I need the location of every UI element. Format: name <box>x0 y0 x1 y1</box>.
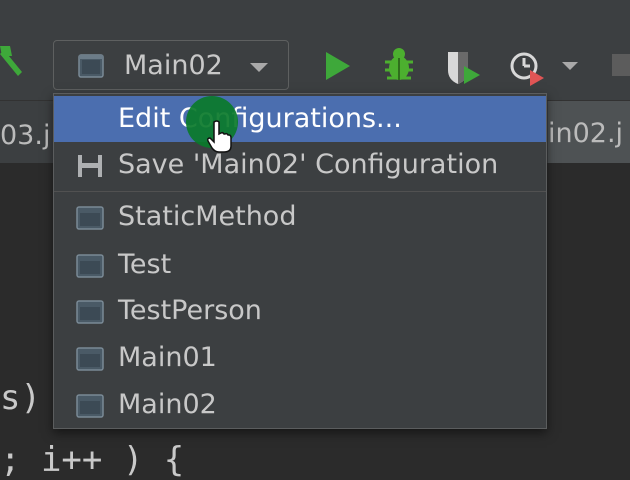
code-line-loop: ; i++ ) { <box>0 440 185 480</box>
menu-item-save-configuration[interactable]: Save 'Main02' Configuration <box>54 142 546 188</box>
debug-bug-icon[interactable] <box>383 46 415 84</box>
application-config-icon <box>76 254 104 278</box>
chevron-down-icon[interactable] <box>562 62 578 70</box>
save-icon <box>78 155 102 177</box>
menu-item-label: Main01 <box>118 342 217 373</box>
menu-item-edit-configurations[interactable]: Edit Configurations... <box>54 96 546 142</box>
menu-item-test[interactable]: Test <box>54 242 546 288</box>
menu-item-label: Save 'Main02' Configuration <box>118 149 499 180</box>
application-config-icon <box>76 300 104 324</box>
application-config-icon <box>76 394 104 418</box>
window-top-strip <box>0 0 630 24</box>
menu-item-label: TestPerson <box>118 295 262 326</box>
menu-item-label: StaticMethod <box>118 201 297 232</box>
menu-item-label: Main02 <box>118 389 217 420</box>
hand-pointer-cursor-icon <box>207 120 232 153</box>
menu-item-staticmethod[interactable]: StaticMethod <box>54 194 546 240</box>
menu-item-main02[interactable]: Main02 <box>54 382 546 428</box>
editor-tab-right-label[interactable]: in02.j <box>548 118 623 149</box>
menu-item-testperson[interactable]: TestPerson <box>54 288 546 334</box>
menu-item-label: Edit Configurations... <box>118 103 402 134</box>
build-hammer-icon[interactable] <box>0 44 30 84</box>
menu-separator <box>54 191 546 192</box>
run-configuration-dropdown: Edit Configurations... Save 'Main02' Con… <box>53 93 547 429</box>
application-config-icon <box>76 347 104 371</box>
run-configuration-selector[interactable]: Main02 <box>53 40 289 90</box>
run-with-coverage-icon[interactable] <box>444 48 482 86</box>
menu-item-main01[interactable]: Main01 <box>54 335 546 381</box>
application-config-icon <box>76 206 104 230</box>
profiler-clock-icon[interactable] <box>508 48 546 86</box>
run-button[interactable] <box>322 50 352 82</box>
menu-item-label: Test <box>118 249 172 280</box>
application-config-icon <box>78 54 104 78</box>
chevron-down-icon <box>250 63 268 72</box>
stop-icon[interactable] <box>612 54 630 76</box>
code-line-params: s) <box>0 378 41 418</box>
run-configuration-label: Main02 <box>124 50 223 81</box>
editor-tab-left[interactable]: 03.j <box>0 120 50 151</box>
